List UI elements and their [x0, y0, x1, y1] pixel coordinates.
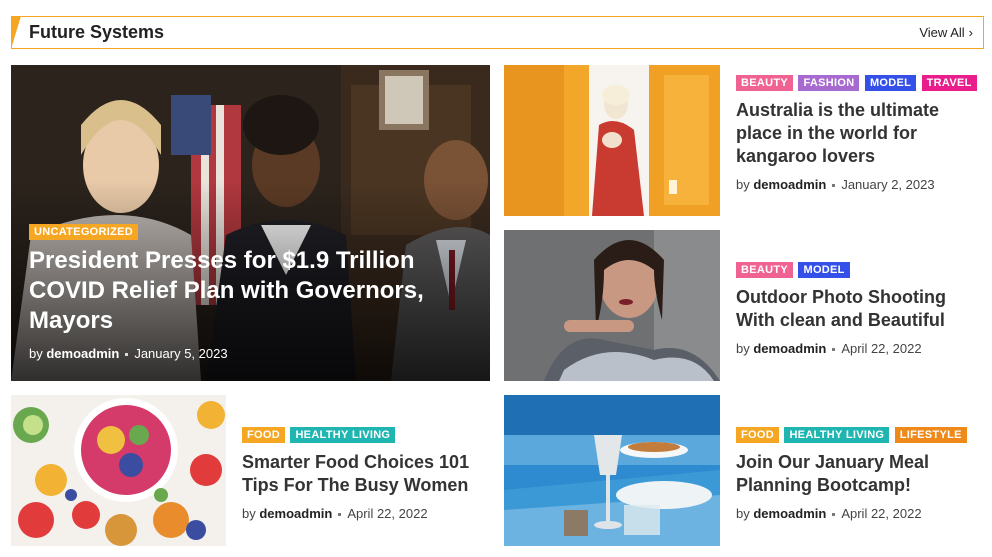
category-badge[interactable]: MODEL: [798, 262, 850, 278]
hero-category-list: UNCATEGORIZED: [29, 222, 139, 244]
post-thumbnail[interactable]: [504, 65, 720, 216]
author-link[interactable]: demoadmin: [753, 341, 826, 356]
category-badge[interactable]: FASHION: [798, 75, 860, 91]
by-label: by: [29, 346, 43, 361]
view-all-label: View All: [919, 25, 965, 40]
post-image: [504, 230, 720, 381]
chevron-right-icon: ›: [968, 25, 973, 40]
meta-separator: [125, 353, 129, 357]
by-label: by: [736, 341, 750, 356]
category-badge[interactable]: MODEL: [864, 75, 917, 91]
author-link[interactable]: demoadmin: [753, 506, 826, 521]
meta-separator: [832, 184, 836, 188]
hero-article[interactable]: UNCATEGORIZED President Presses for $1.9…: [11, 65, 490, 381]
post-date: April 22, 2022: [841, 341, 922, 356]
meta-separator: [832, 348, 836, 352]
category-badge[interactable]: BEAUTY: [736, 75, 794, 91]
category-badge[interactable]: LIFESTYLE: [894, 427, 967, 443]
post-date: January 5, 2023: [134, 346, 228, 361]
post-category-list: BEAUTY FASHION MODEL TRAVEL: [736, 73, 981, 95]
post-category-list: FOOD HEALTHY LIVING: [242, 425, 487, 447]
post-card-body: FOOD HEALTHY LIVING Smarter Food Choices…: [242, 425, 487, 521]
hero-meta: by demoadmin January 5, 2023: [29, 346, 228, 361]
by-label: by: [736, 177, 750, 192]
category-badge[interactable]: TRAVEL: [921, 75, 977, 91]
by-label: by: [736, 506, 750, 521]
post-meta: by demoadmin January 2, 2023: [736, 177, 981, 192]
header-accent: [11, 16, 21, 49]
post-image: [11, 395, 226, 546]
category-badge[interactable]: FOOD: [736, 427, 779, 443]
meta-separator: [832, 513, 836, 517]
post-meta: by demoadmin April 22, 2022: [736, 341, 981, 356]
post-date: January 2, 2023: [841, 177, 935, 192]
post-title[interactable]: Smarter Food Choices 101 Tips For The Bu…: [242, 451, 487, 497]
post-title[interactable]: Outdoor Photo Shooting With clean and Be…: [736, 286, 981, 332]
post-card-body: BEAUTY FASHION MODEL TRAVEL Australia is…: [736, 73, 981, 192]
post-title[interactable]: Australia is the ultimate place in the w…: [736, 99, 981, 168]
post-image: [504, 65, 720, 216]
hero-title[interactable]: President Presses for $1.9 Trillion COVI…: [29, 246, 469, 336]
meta-separator: [338, 513, 342, 517]
author-link[interactable]: demoadmin: [46, 346, 119, 361]
by-label: by: [242, 506, 256, 521]
post-image: [504, 395, 720, 546]
view-all-link[interactable]: View All ›: [919, 25, 973, 40]
post-date: April 22, 2022: [347, 506, 428, 521]
post-category-list: FOOD HEALTHY LIVING LIFESTYLE: [736, 425, 981, 447]
category-badge[interactable]: HEALTHY LIVING: [784, 427, 890, 443]
post-date: April 22, 2022: [841, 506, 922, 521]
post-meta: by demoadmin April 22, 2022: [736, 506, 981, 521]
category-badge[interactable]: BEAUTY: [736, 262, 794, 278]
post-card-body: FOOD HEALTHY LIVING LIFESTYLE Join Our J…: [736, 425, 981, 521]
author-link[interactable]: demoadmin: [259, 506, 332, 521]
post-card-body: BEAUTY MODEL Outdoor Photo Shooting With…: [736, 260, 981, 356]
post-category-list: BEAUTY MODEL: [736, 260, 981, 282]
post-title[interactable]: Join Our January Meal Planning Bootcamp!: [736, 451, 981, 497]
section-header: Future Systems View All ›: [11, 16, 984, 49]
post-meta: by demoadmin April 22, 2022: [242, 506, 487, 521]
category-badge[interactable]: FOOD: [242, 427, 285, 443]
post-thumbnail[interactable]: [11, 395, 226, 546]
post-thumbnail[interactable]: [504, 230, 720, 381]
author-link[interactable]: demoadmin: [753, 177, 826, 192]
category-badge[interactable]: HEALTHY LIVING: [290, 427, 396, 443]
category-badge[interactable]: UNCATEGORIZED: [29, 224, 139, 240]
section-title: Future Systems: [29, 22, 165, 42]
post-thumbnail[interactable]: [504, 395, 720, 546]
